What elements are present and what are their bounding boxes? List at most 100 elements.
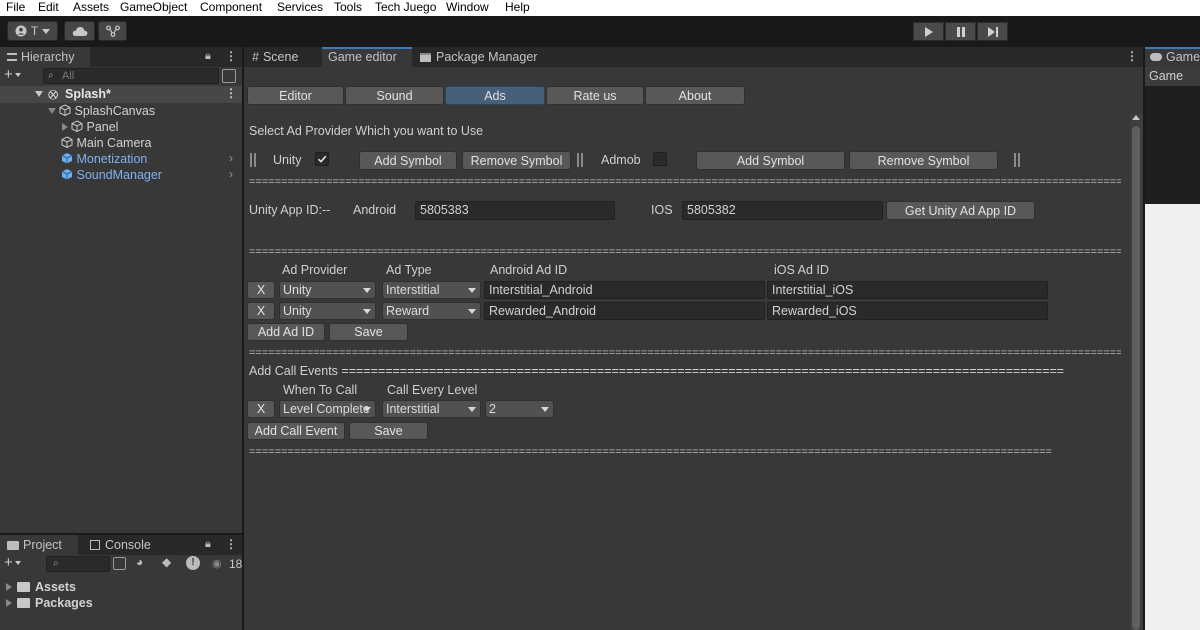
hierarchy-search-input[interactable]: ⌕ All <box>43 68 219 84</box>
scroll-up-icon[interactable] <box>1132 115 1140 120</box>
menu-file[interactable]: File <box>6 0 25 15</box>
menu-component[interactable]: Component <box>200 0 262 15</box>
create-button[interactable]: + <box>4 555 34 572</box>
tab-console[interactable]: Console <box>83 535 163 555</box>
tab-game[interactable]: Game <box>1145 47 1200 67</box>
get-unity-ad-app-id-button[interactable]: Get Unity Ad App ID <box>886 201 1035 220</box>
kebab-menu-icon[interactable]: ⋮ <box>225 49 237 63</box>
remove-ad-row-button[interactable]: X <box>247 281 275 299</box>
menu-assets[interactable]: Assets <box>73 0 109 15</box>
expand-arrow-icon[interactable] <box>35 91 43 97</box>
save-ads-button[interactable]: Save <box>329 323 408 341</box>
provider-admob-checkbox[interactable] <box>653 152 667 166</box>
filter-icon[interactable] <box>222 69 236 83</box>
call-ad-type-dropdown[interactable]: Interstitial <box>382 400 481 418</box>
add-call-event-button[interactable]: Add Call Event <box>247 422 345 440</box>
unity-remove-symbol-button[interactable]: Remove Symbol <box>462 151 571 170</box>
ios-ad-id-input[interactable]: Rewarded_iOS <box>767 302 1048 320</box>
play-button[interactable] <box>913 22 944 41</box>
project-search-input[interactable]: ⌕ <box>46 556 110 572</box>
visibility-icon[interactable]: ◉ <box>212 557 222 570</box>
hierarchy-item-monetization[interactable]: Monetization <box>61 151 147 167</box>
chevron-right-icon[interactable]: › <box>229 151 233 165</box>
account-button[interactable]: T <box>7 21 58 41</box>
lock-icon[interactable]: 🔒︎ <box>205 538 211 551</box>
tab-game-editor[interactable]: Game editor <box>322 47 412 67</box>
admob-add-symbol-button[interactable]: Add Symbol <box>696 151 845 170</box>
chevron-down-icon <box>363 309 371 314</box>
admob-remove-symbol-button[interactable]: Remove Symbol <box>849 151 998 170</box>
tab-project[interactable]: Project <box>0 535 78 555</box>
hierarchy-item-splashcanvas[interactable]: SplashCanvas <box>48 103 155 119</box>
expand-arrow-icon[interactable] <box>6 583 12 591</box>
plus-icon: + <box>4 66 13 83</box>
android-app-id-input[interactable]: 5805383 <box>415 201 615 220</box>
tab-hierarchy[interactable]: Hierarchy <box>0 47 90 67</box>
kebab-menu-icon[interactable]: ⋮ <box>225 537 237 551</box>
pause-button[interactable] <box>945 22 976 41</box>
expand-arrow-icon[interactable] <box>62 123 68 131</box>
chevron-down-icon <box>541 407 549 412</box>
warning-icon[interactable]: ! <box>186 556 200 570</box>
ad-provider-dropdown[interactable]: Unity <box>279 281 376 299</box>
collab-button[interactable] <box>98 21 127 41</box>
android-label: Android <box>353 203 397 217</box>
dropdown-value: Unity <box>283 304 312 318</box>
remove-ad-row-button[interactable]: X <box>247 302 275 320</box>
separator-bars-icon <box>1014 153 1020 167</box>
project-folder-packages[interactable]: Packages <box>6 595 93 611</box>
when-to-call-dropdown[interactable]: Level Complete <box>279 400 376 418</box>
ad-type-dropdown[interactable]: Interstitial <box>382 281 481 299</box>
cloud-button[interactable] <box>64 21 95 41</box>
unity-add-symbol-button[interactable]: Add Symbol <box>359 151 457 170</box>
expand-arrow-icon[interactable] <box>48 108 56 114</box>
ios-ad-id-input[interactable]: Interstitial_iOS <box>767 281 1048 299</box>
tag-icon[interactable]: ◆ <box>162 555 171 569</box>
menu-tools[interactable]: Tools <box>334 0 362 15</box>
menu-help[interactable]: Help <box>505 0 530 15</box>
ios-app-id-input[interactable]: 5805382 <box>682 201 883 220</box>
menu-tech-juego[interactable]: Tech Juego <box>375 0 436 15</box>
filter-icon[interactable] <box>113 557 126 570</box>
tab-package-manager[interactable]: Package Manager <box>414 47 544 67</box>
kebab-menu-icon[interactable]: ⋮ <box>225 86 237 100</box>
scrollbar-thumb[interactable] <box>1132 126 1140 630</box>
chevron-right-icon[interactable]: › <box>229 167 233 181</box>
menu-services[interactable]: Services <box>277 0 323 15</box>
tab-sound[interactable]: Sound <box>345 86 444 105</box>
tab-about[interactable]: About <box>645 86 745 105</box>
vertical-scrollbar[interactable] <box>1130 114 1143 630</box>
tab-rate-us[interactable]: Rate us <box>546 86 644 105</box>
hierarchy-item-soundmanager[interactable]: SoundManager <box>61 167 162 183</box>
tab-ads[interactable]: Ads <box>445 86 545 105</box>
game-display-dropdown[interactable]: Game <box>1145 67 1200 86</box>
menu-window[interactable]: Window <box>446 0 489 15</box>
step-button[interactable] <box>977 22 1008 41</box>
scene-row[interactable]: ⭙ Splash* ⋮ <box>0 86 242 103</box>
expand-arrow-icon[interactable] <box>6 599 12 607</box>
separator-line: ========================================… <box>249 447 1052 457</box>
menu-edit[interactable]: Edit <box>38 0 59 15</box>
kebab-menu-icon[interactable]: ⋮ <box>1126 49 1138 63</box>
filter-by-type-icon[interactable]: ◕ <box>136 555 143 569</box>
ad-provider-dropdown[interactable]: Unity <box>279 302 376 320</box>
call-every-level-dropdown[interactable]: 2 <box>485 400 554 418</box>
lock-icon[interactable]: 🔒︎ <box>205 50 211 63</box>
tab-scene[interactable]: # Scene <box>244 47 320 67</box>
project-folder-assets[interactable]: Assets <box>6 579 76 595</box>
hierarchy-item-panel[interactable]: Panel <box>62 119 118 135</box>
add-ad-id-button[interactable]: Add Ad ID <box>247 323 325 341</box>
create-button[interactable]: + <box>4 66 34 84</box>
header-android-ad-id: Android Ad ID <box>490 263 568 277</box>
add-call-events-title: Add Call Events ========================… <box>249 364 1065 378</box>
tab-editor[interactable]: Editor <box>247 86 344 105</box>
provider-unity-checkbox[interactable] <box>315 152 329 166</box>
hierarchy-item-main-camera[interactable]: Main Camera <box>61 135 152 151</box>
menu-gameobject[interactable]: GameObject <box>120 0 187 15</box>
save-call-events-button[interactable]: Save <box>349 422 428 440</box>
ad-type-dropdown[interactable]: Reward <box>382 302 481 320</box>
center-tabstrip: # Scene Game editor Package Manager ⋮ <box>244 47 1143 67</box>
android-ad-id-input[interactable]: Interstitial_Android <box>484 281 765 299</box>
remove-call-event-button[interactable]: X <box>247 400 275 418</box>
android-ad-id-input[interactable]: Rewarded_Android <box>484 302 765 320</box>
